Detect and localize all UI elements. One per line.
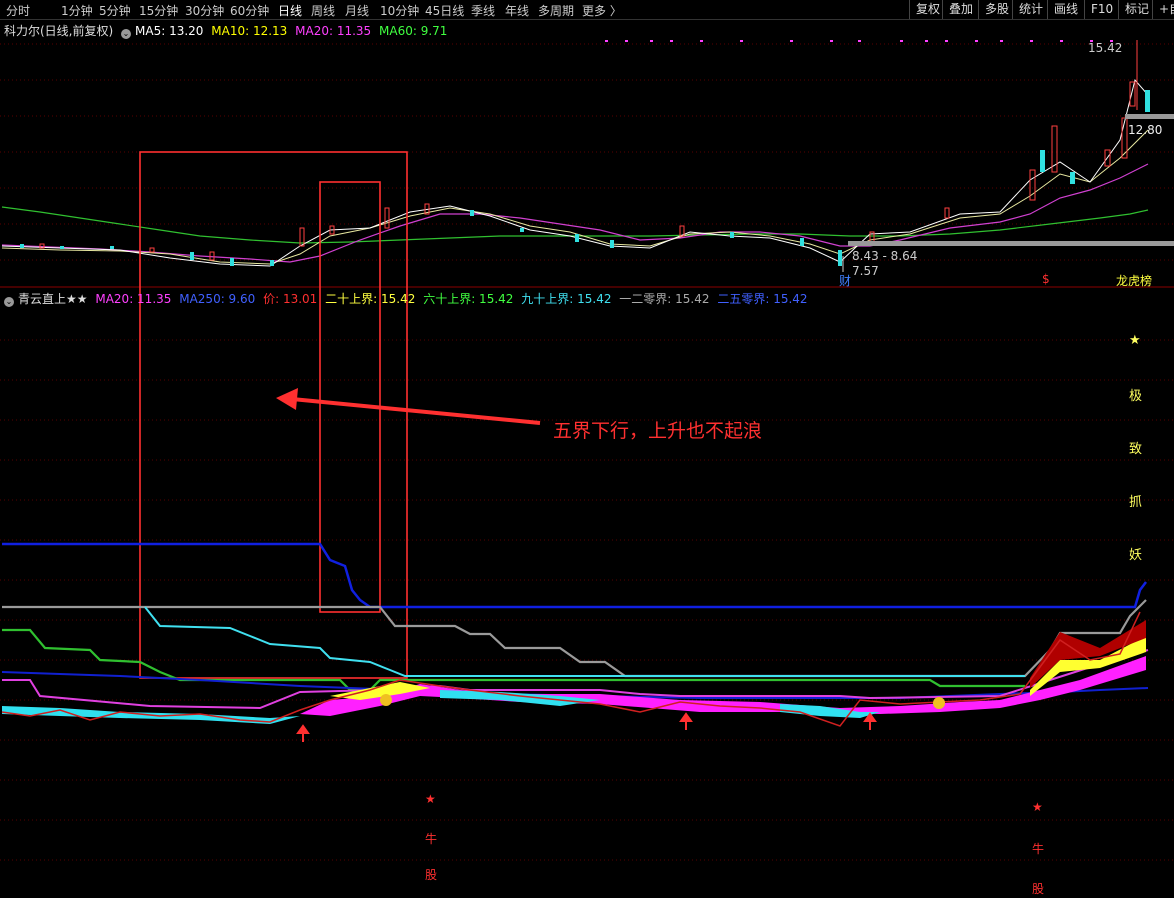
- niugu-gu-1: 股: [425, 868, 438, 882]
- sub-b20: 二十上界: 15.42: [325, 292, 416, 306]
- signal-circle-2: [933, 697, 945, 709]
- side-star: ★: [1129, 333, 1141, 348]
- sub-price: 价: 13.01: [263, 292, 318, 306]
- fin-marker[interactable]: 财: [839, 272, 851, 289]
- dollar-marker[interactable]: $: [1042, 272, 1050, 286]
- buy-arrows: [296, 712, 877, 742]
- niugu-star-2: ★: [1032, 800, 1043, 814]
- b90-line: [144, 606, 1025, 677]
- sub-b90: 九十上界: 15.42: [521, 292, 612, 306]
- range-price-label: 8.43 - 8.64: [852, 249, 918, 263]
- sub-b120: 一二零界: 15.42: [619, 292, 710, 306]
- niugu-niu-1: 牛: [425, 832, 438, 846]
- b120-line: [2, 599, 1147, 678]
- side-yao: 妖: [1129, 548, 1143, 563]
- arrow-head: [276, 388, 298, 410]
- highlight-box-large: [139, 151, 408, 679]
- indicator-settings-icon[interactable]: ⌄: [4, 297, 14, 307]
- low-price-label: 7.57: [852, 264, 879, 278]
- b60-line: [2, 628, 1025, 692]
- side-ji: 极: [1129, 389, 1143, 404]
- sub-legend: ⌄ 青云直上★★ MA20: 11.35 MA250: 9.60 价: 13.01…: [4, 290, 812, 307]
- highlight-box-small: [319, 181, 381, 613]
- indicator-title: 青云直上★★: [18, 292, 88, 306]
- niugu-gu-2: 股: [1032, 882, 1045, 896]
- rank-marker[interactable]: 龙虎榜: [1116, 272, 1152, 289]
- high-price-label: 15.42: [1088, 41, 1123, 55]
- side-zhi: 致: [1129, 442, 1143, 457]
- niugu-star-1: ★: [425, 792, 436, 806]
- sub-ma20: MA20: 11.35: [95, 292, 172, 306]
- sub-b250: 二五零界: 15.42: [717, 292, 808, 306]
- signal-circle-1: [380, 694, 392, 706]
- kline-chart: [0, 40, 1174, 861]
- top-dot-markers: [605, 40, 1113, 42]
- b250-line: [2, 542, 1147, 609]
- side-zhua: 抓: [1129, 495, 1143, 510]
- last-price-label: 12.80: [1128, 123, 1163, 137]
- sub-ma250: MA250: 9.60: [179, 292, 256, 306]
- annotation-arrow: [291, 397, 541, 425]
- sub-b60: 六十上界: 15.42: [423, 292, 514, 306]
- last-price-bar: [1125, 114, 1174, 119]
- annotation-text: 五界下行，上升也不起浪: [553, 420, 763, 442]
- niugu-niu-2: 牛: [1032, 842, 1045, 856]
- ribbon-cyan-2: [440, 690, 600, 706]
- range-bar: [848, 241, 1174, 246]
